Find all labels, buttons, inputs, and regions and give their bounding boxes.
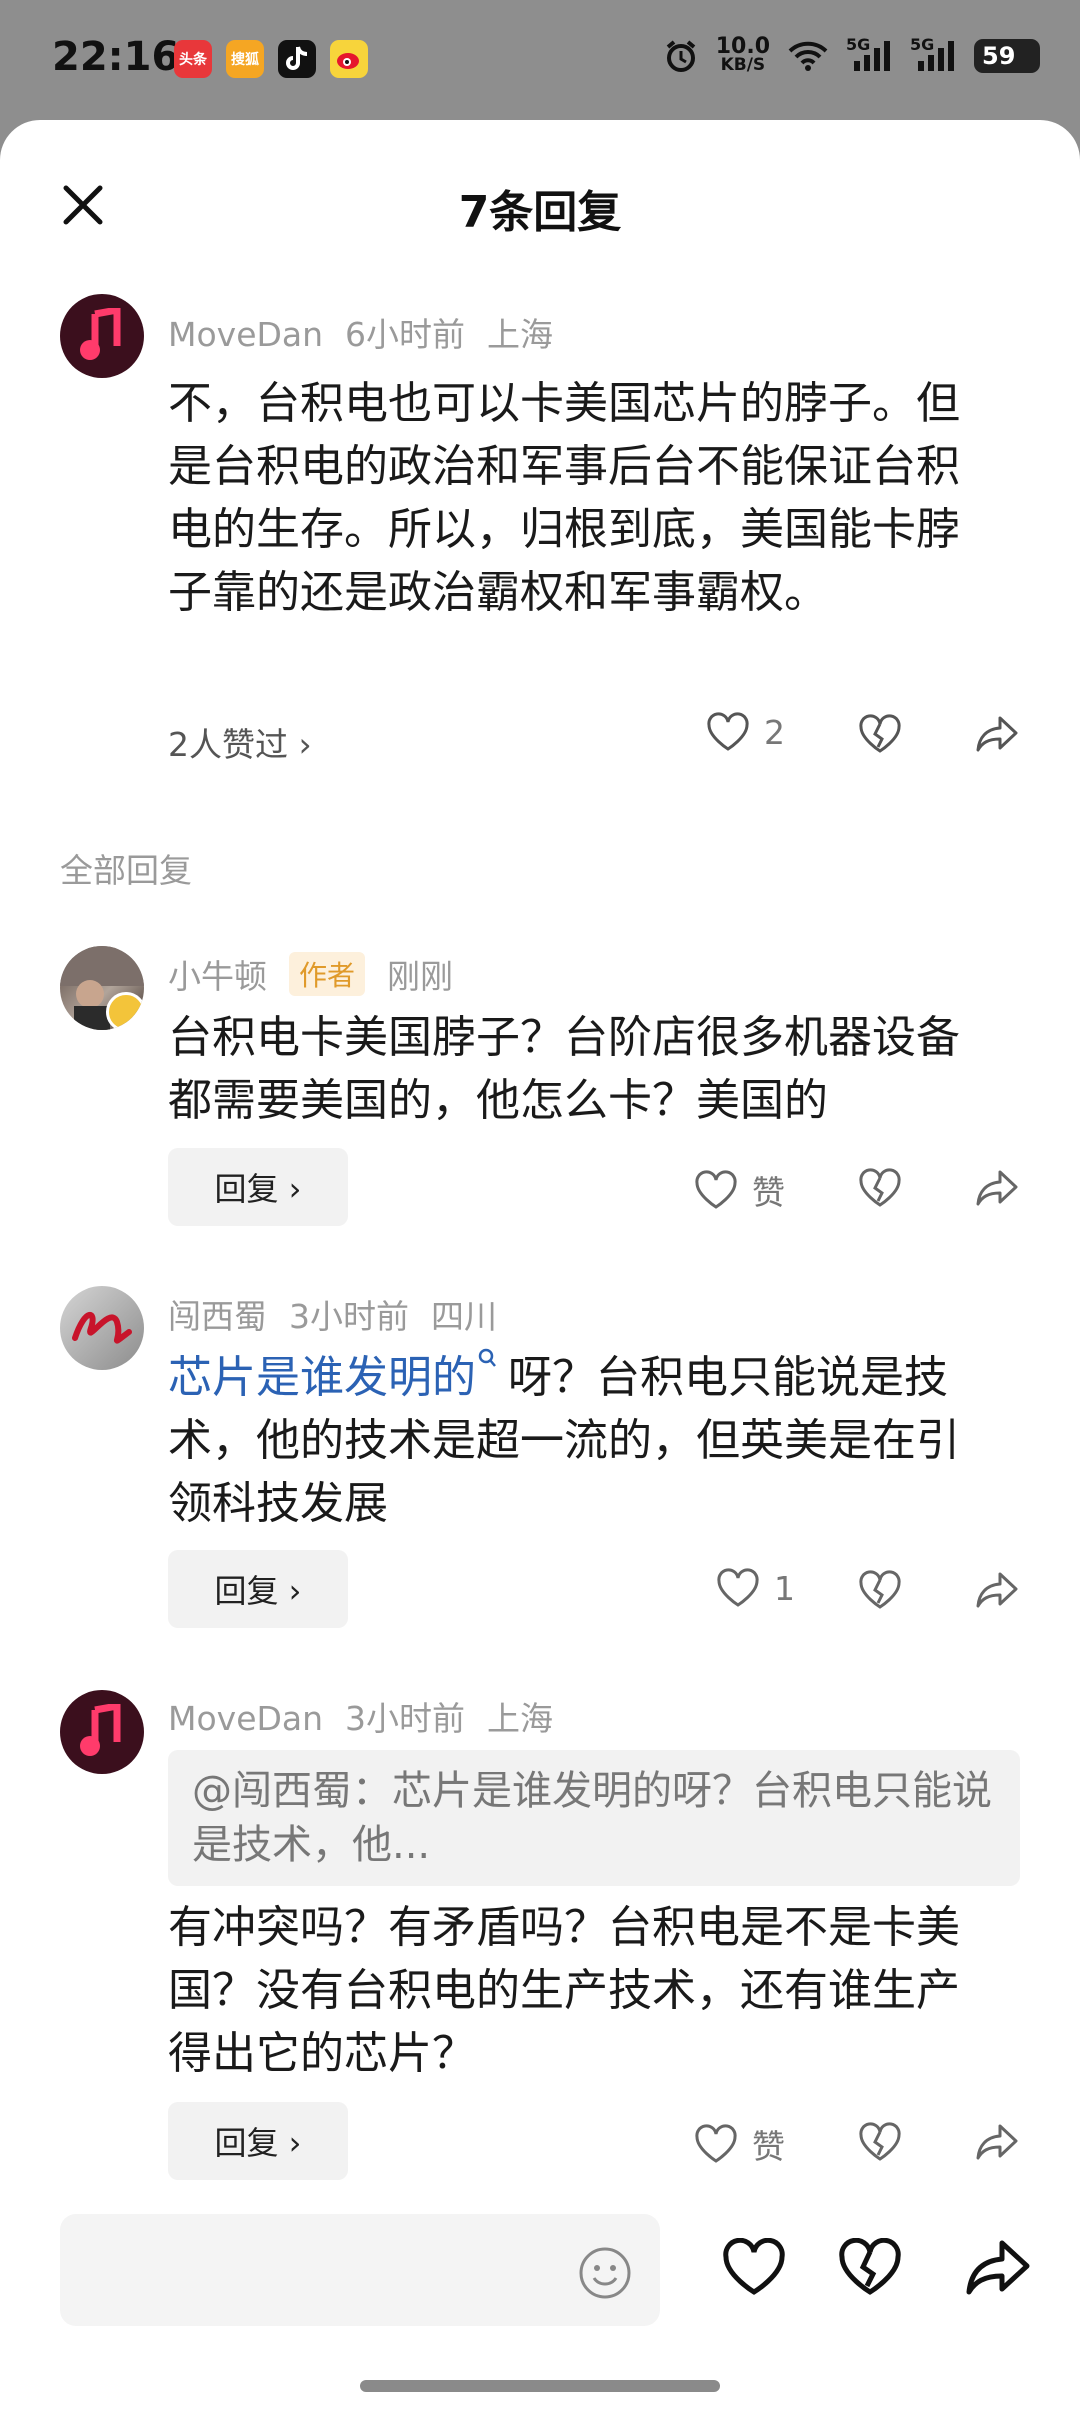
like-button[interactable]: 赞 [694, 1166, 785, 1214]
comment-time: 3小时前 [345, 1699, 466, 1738]
username[interactable]: 闯西蜀 [168, 1297, 267, 1336]
replies-sheet: 7条回复 MoveDan 6小时前 上海 不，台积电也可以卡美国芯片的脖子。但是台积… [0, 120, 1080, 2414]
share-icon [976, 716, 1018, 752]
share-button[interactable] [974, 1168, 1020, 1212]
notification-icons: 头条 搜狐 [174, 40, 368, 78]
avatar[interactable] [60, 1690, 144, 1774]
reply-button[interactable]: 回复 › [168, 1148, 348, 1226]
comment-location: 四川 [431, 1297, 497, 1336]
comment-text: 不，台积电也可以卡美国芯片的脖子。但是台积电的政治和军事后台不能保证台积电的生存… [168, 378, 960, 618]
like-label: 赞 [752, 2127, 785, 2166]
like-button[interactable]: 2 [706, 712, 785, 752]
username[interactable]: MoveDan [168, 315, 323, 354]
likers-link[interactable]: 2人赞过 › [168, 718, 312, 766]
status-bar: 22:16 头条 搜狐 10.0 KB/S 5G 5G 59 [0, 0, 1080, 120]
like-count: 2 [764, 712, 785, 752]
battery-indicator: 59 [974, 39, 1040, 73]
sohu-app-icon: 搜狐 [226, 40, 264, 78]
broken-heart-icon [859, 2122, 901, 2161]
dislike-button[interactable] [858, 2122, 902, 2166]
share-icon [966, 2240, 1030, 2295]
like-button[interactable]: 赞 [694, 2120, 785, 2168]
like-post-button[interactable] [722, 2237, 786, 2300]
heart-icon [723, 2237, 785, 2295]
comment-text: 芯片是谁发明的 呀？台积电只能说是技术，他的技术是超一流的，但英美是在引领科技发展 [168, 1346, 998, 1535]
heart-icon [717, 1568, 759, 1607]
comment-time: 6小时前 [345, 315, 466, 354]
toutiao-app-icon: 头条 [174, 40, 212, 78]
like-label: 赞 [752, 1173, 785, 1212]
share-button[interactable] [974, 1570, 1020, 1614]
heart-icon [695, 1170, 737, 1209]
share-icon [976, 2124, 1018, 2160]
heart-icon [695, 2124, 737, 2163]
section-label: 全部回复 [60, 851, 192, 890]
dislike-button[interactable] [858, 1570, 902, 1614]
comment-input[interactable] [86, 2214, 560, 2328]
heart-icon [707, 712, 749, 751]
page-title: 7条回复 [458, 187, 622, 238]
verified-badge-icon [106, 992, 144, 1030]
share-button[interactable] [974, 2122, 1020, 2166]
search-link[interactable]: 芯片是谁发明的 [168, 1352, 476, 1403]
dislike-button[interactable] [858, 1168, 902, 1212]
username[interactable]: MoveDan [168, 1699, 323, 1738]
avatar[interactable] [60, 946, 144, 1030]
reply-button[interactable]: 回复 › [168, 2102, 348, 2180]
emoji-icon[interactable] [578, 2246, 632, 2300]
dislike-button[interactable] [858, 714, 902, 758]
share-icon [976, 1170, 1018, 1206]
broken-heart-icon [859, 1570, 901, 1609]
author-badge: 作者 [289, 952, 366, 996]
comment-input-box[interactable] [60, 2214, 660, 2328]
comment-time: 3小时前 [289, 1297, 409, 1336]
comment-time: 刚刚 [387, 957, 454, 996]
signal-1-icon: 5G [846, 35, 892, 73]
share-button[interactable] [974, 714, 1020, 758]
calligraphy-logo-icon [72, 1312, 132, 1344]
share-post-button[interactable] [964, 2238, 1032, 2302]
broken-heart-icon [859, 714, 901, 753]
avatar[interactable] [60, 1286, 144, 1370]
status-time: 22:16 [52, 34, 180, 80]
comment-text: 有冲突吗？有矛盾吗？台积电是不是卡美国？没有台积电的生产技术，还有谁生产得出它的… [168, 1902, 960, 2079]
comment-location: 上海 [487, 1699, 554, 1738]
wifi-icon [788, 41, 828, 71]
quoted-reply[interactable]: @闯西蜀：芯片是谁发明的呀？台积电只能说是技术，他... [168, 1750, 1020, 1886]
dislike-post-button[interactable] [838, 2237, 902, 2300]
douyin-app-icon [278, 40, 316, 78]
status-indicators: 10.0 KB/S 5G 5G 59 [664, 34, 1040, 75]
comment-meta: MoveDan 6小时前 上海 [168, 308, 575, 356]
like-count: 1 [774, 1568, 795, 1608]
alarm-icon [666, 40, 695, 72]
search-icon [478, 1348, 496, 1367]
reply-button[interactable]: 回复 › [168, 1550, 348, 1628]
weibo-app-icon [330, 40, 368, 78]
broken-heart-icon [859, 1168, 901, 1207]
comment-meta: 小牛顿 作者 刚刚 [168, 950, 475, 998]
comment-meta: 闯西蜀 3小时前 四川 [168, 1290, 519, 1338]
home-indicator[interactable] [360, 2380, 720, 2392]
share-icon [976, 1572, 1018, 1608]
signal-2-icon: 5G [910, 35, 956, 73]
avatar[interactable] [60, 294, 144, 378]
comment-text: 台积电卡美国脖子？台阶店很多机器设备都需要美国的，他怎么卡？美国的 [168, 1012, 960, 1126]
comment-meta: MoveDan 3小时前 上海 [168, 1692, 575, 1740]
comment-location: 上海 [487, 315, 554, 354]
broken-heart-icon [839, 2237, 901, 2295]
username[interactable]: 小牛顿 [168, 957, 267, 996]
network-speed: 10.0 KB/S [715, 34, 770, 75]
music-note-icon [80, 308, 121, 360]
like-button[interactable]: 1 [716, 1568, 795, 1608]
music-note-icon [80, 1704, 121, 1756]
